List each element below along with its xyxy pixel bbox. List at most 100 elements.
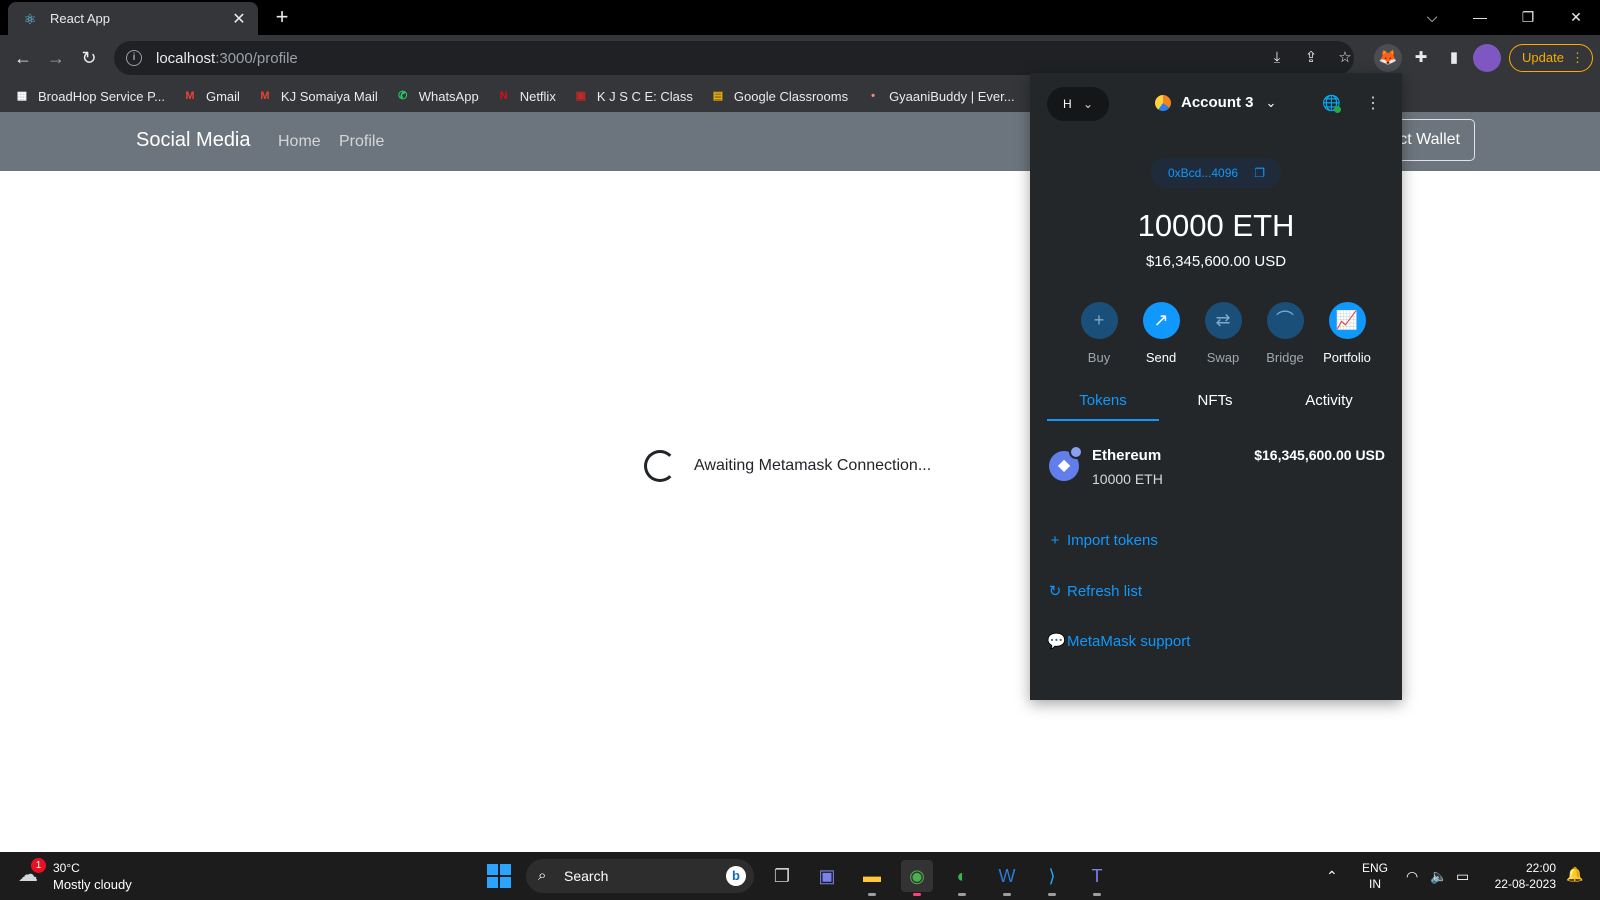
back-arrow-icon[interactable]: ← xyxy=(10,45,36,71)
swap-icon: ⇄ xyxy=(1204,302,1242,339)
tab-close-icon[interactable]: ✕ xyxy=(230,9,248,29)
tab-tokens[interactable]: Tokens xyxy=(1047,389,1159,421)
start-button[interactable] xyxy=(487,864,511,888)
volume-icon[interactable]: 🔈 xyxy=(1430,866,1447,886)
address-bar[interactable]: i localhost:3000/profile xyxy=(114,41,1354,75)
action-label: Send xyxy=(1145,350,1177,365)
account-avatar xyxy=(1155,94,1171,111)
search-icon: ⌕ xyxy=(538,867,547,884)
bookmark-label: Netflix xyxy=(519,88,556,104)
fiat-balance: $16,345,600.00 USD xyxy=(1145,253,1287,270)
bookmark-item[interactable]: ▤ Google Classrooms xyxy=(710,88,848,104)
gyaanibuddy-icon: • xyxy=(871,90,875,102)
new-tab-button[interactable]: + xyxy=(270,6,294,30)
metamask-support-label: MetaMask support xyxy=(1067,632,1191,650)
share-icon[interactable]: ⇪ xyxy=(1300,47,1322,69)
refresh-list-label: Refresh list xyxy=(1067,582,1143,600)
minimize-button[interactable]: — xyxy=(1460,4,1500,30)
action-label: Bridge xyxy=(1266,350,1304,365)
gmail-icon: M xyxy=(185,90,195,102)
url-path: :3000/profile xyxy=(215,49,298,67)
update-button[interactable]: Update ⋮ xyxy=(1509,44,1593,72)
bookmark-item[interactable]: • GyaaniBuddy | Ever... xyxy=(865,88,1014,104)
whatsapp-icon: ✆ xyxy=(398,90,408,102)
connected-status-dot xyxy=(1334,106,1341,113)
tab-nfts[interactable]: NFTs xyxy=(1159,389,1271,421)
forward-arrow-icon[interactable]: → xyxy=(43,45,69,71)
bookmark-item[interactable]: M KJ Somaiya Mail xyxy=(257,88,377,104)
battery-icon[interactable]: ▭ xyxy=(1456,866,1469,886)
edge-icon[interactable]: ◐ xyxy=(946,860,978,896)
reload-icon[interactable]: ↻ xyxy=(76,45,102,71)
url-text: localhost:3000/profile xyxy=(156,50,298,67)
weather-widget[interactable]: ☁ 1 30°C Mostly cloudy xyxy=(18,858,158,894)
arrow-up-right-icon: ↗ xyxy=(1142,302,1180,339)
file-explorer-icon[interactable]: ▬ xyxy=(856,860,888,896)
address-copy-button[interactable]: 0xBcd...4096 ❐ xyxy=(1151,158,1281,188)
update-label: Update xyxy=(1522,50,1564,65)
tab-search-icon[interactable]: ⌵ xyxy=(1412,4,1452,30)
wifi-icon[interactable]: ◠ xyxy=(1406,866,1418,886)
send-button[interactable]: ↗ Send xyxy=(1131,302,1191,365)
input-language[interactable]: ENG IN xyxy=(1362,860,1388,892)
more-vert-icon: ⋮ xyxy=(1571,50,1584,65)
swap-button[interactable]: ⇄ Swap xyxy=(1193,302,1253,365)
install-app-icon[interactable]: ⤓ xyxy=(1266,47,1288,69)
classroom-icon: ▤ xyxy=(712,90,724,102)
restore-button[interactable]: ❐ xyxy=(1508,4,1548,30)
tab-react-app[interactable]: ⚛ React App ✕ xyxy=(8,2,258,35)
word-icon[interactable]: W xyxy=(991,860,1023,896)
tab-activity[interactable]: Activity xyxy=(1273,389,1385,421)
refresh-list-link[interactable]: ↻ Refresh list xyxy=(1047,582,1143,601)
teams-chat-icon[interactable]: ▣ xyxy=(811,860,843,892)
bookmark-star-icon[interactable]: ☆ xyxy=(1334,47,1356,69)
notification-bell-icon[interactable]: 🔔 xyxy=(1566,866,1583,883)
token-fiat-value: $16,345,600.00 USD xyxy=(1254,447,1385,463)
account-address: 0xBcd...4096 xyxy=(1168,166,1239,180)
system-clock[interactable]: 22:00 22-08-2023 xyxy=(1490,860,1556,892)
network-badge-icon xyxy=(1069,445,1083,459)
bookmark-item[interactable]: ▣ K J S C E: Class xyxy=(573,88,693,104)
bookmark-item[interactable]: ✆ WhatsApp xyxy=(395,88,479,104)
chevron-down-icon: ⌄ xyxy=(1083,97,1094,111)
bookmark-item[interactable]: M Gmail xyxy=(182,88,240,104)
spinner-icon xyxy=(644,450,676,482)
chevron-down-icon: ⌄ xyxy=(1265,94,1277,110)
portfolio-button[interactable]: 📈 Portfolio xyxy=(1317,302,1377,365)
metamask-support-link[interactable]: 💬 MetaMask support xyxy=(1047,632,1191,651)
more-options-icon[interactable]: ⋮ xyxy=(1365,95,1381,113)
buy-button[interactable]: + Buy xyxy=(1069,302,1129,365)
action-label: Portfolio xyxy=(1323,350,1371,365)
taskbar-search[interactable]: ⌕ Search b xyxy=(526,859,754,893)
nav-link-home[interactable]: Home xyxy=(278,133,321,151)
vscode-icon[interactable]: ⟩ xyxy=(1036,860,1068,896)
side-panel-icon[interactable]: ▮ xyxy=(1440,44,1468,72)
bridge-button[interactable]: ⌒ Bridge xyxy=(1255,302,1315,365)
account-picker[interactable]: Account 3 ⌄ xyxy=(1155,94,1276,111)
bookmark-item[interactable]: N Netflix xyxy=(496,88,556,104)
connected-site-icon[interactable]: 🌐 xyxy=(1322,95,1341,113)
network-picker[interactable]: H ⌄ xyxy=(1047,87,1109,121)
extensions-puzzle-icon[interactable]: ✚ xyxy=(1407,44,1435,72)
bookmark-item[interactable]: ▦ BroadHop Service P... xyxy=(14,88,165,104)
teams-icon[interactable]: T xyxy=(1081,860,1113,896)
chrome-icon[interactable]: ◉ xyxy=(901,860,933,896)
metamask-fox-icon[interactable]: 🦊 xyxy=(1374,44,1402,72)
navbar-brand[interactable]: Social Media xyxy=(136,129,251,152)
bookmark-label: K J S C E: Class xyxy=(596,88,693,104)
site-info-icon[interactable]: i xyxy=(126,50,142,66)
close-window-button[interactable]: ✕ xyxy=(1556,4,1596,30)
clock-date: 22-08-2023 xyxy=(1494,877,1556,891)
token-amount: 10000 ETH xyxy=(1092,471,1163,487)
tab-title: React App xyxy=(50,11,110,26)
loading-text: Awaiting Metamask Connection... xyxy=(694,457,932,474)
weather-temp: 30°C xyxy=(53,861,80,875)
import-tokens-link[interactable]: + Import tokens xyxy=(1047,532,1158,549)
show-hidden-icons-icon[interactable]: ⌃ xyxy=(1326,866,1338,886)
token-row-ethereum[interactable]: ◆ Ethereum 10000 ETH $16,345,600.00 USD xyxy=(1047,443,1385,493)
profile-avatar[interactable] xyxy=(1473,44,1501,72)
copy-icon: ❐ xyxy=(1254,166,1265,180)
task-view-icon[interactable]: ❐ xyxy=(766,860,798,892)
account-name: Account 3 xyxy=(1181,94,1254,111)
nav-link-profile[interactable]: Profile xyxy=(339,133,384,151)
